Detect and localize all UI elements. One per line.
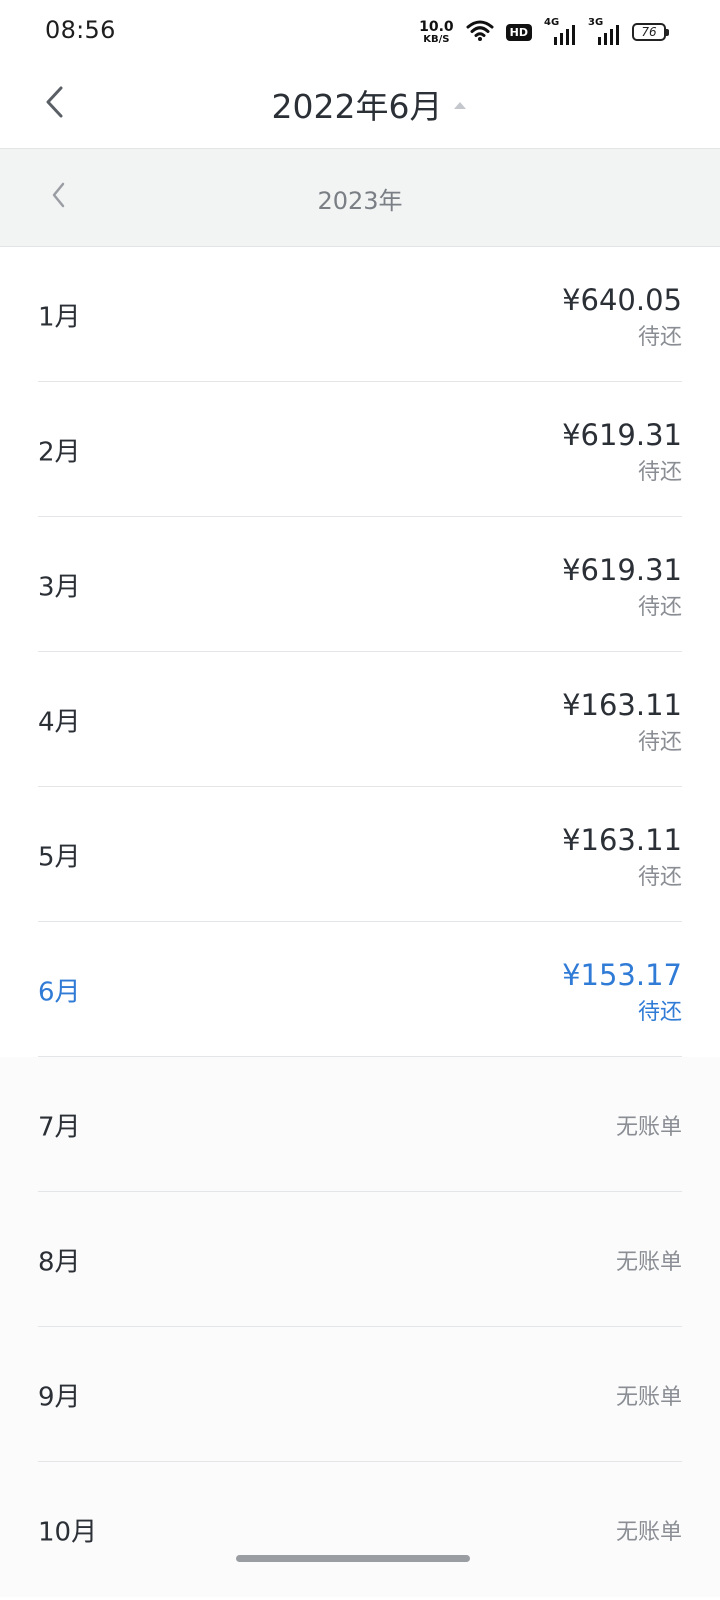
bill-status: 待还: [637, 324, 682, 350]
status-bar: 08:56 10.0 KB/S HD 4G 3G 76: [0, 0, 720, 64]
month-label: 4月: [38, 707, 81, 737]
bill-amount: ¥619.31: [562, 553, 682, 587]
month-row-feb[interactable]: 2月 ¥619.31 待还: [0, 382, 720, 517]
header: 2022年6月: [0, 64, 720, 148]
signal-3g-icon: 3G: [588, 17, 620, 45]
bill-status: 待还: [637, 594, 682, 620]
month-list: 1月 ¥640.05 待还 2月 ¥619.31 待还 3月 ¥619.31 待…: [0, 247, 720, 1597]
month-row-jan[interactable]: 1月 ¥640.05 待还: [0, 247, 720, 382]
month-label: 5月: [38, 842, 81, 872]
month-row-may[interactable]: 5月 ¥163.11 待还: [0, 787, 720, 922]
month-row-sep[interactable]: 9月 无账单: [0, 1327, 720, 1462]
month-label: 9月: [38, 1382, 81, 1412]
month-label: 3月: [38, 572, 81, 602]
month-row-apr[interactable]: 4月 ¥163.11 待还: [0, 652, 720, 787]
no-bill-label: 无账单: [615, 1384, 682, 1410]
month-label: 1月: [38, 302, 81, 332]
bill-status: 待还: [637, 459, 682, 485]
bill-info: ¥619.31 待还: [562, 418, 682, 486]
battery-icon: 76: [632, 23, 669, 41]
month-label: 6月: [38, 977, 81, 1007]
bill-amount: ¥163.11: [562, 823, 682, 857]
bill-status: 待还: [637, 999, 682, 1025]
no-bill-label: 无账单: [615, 1249, 682, 1275]
bill-amount: ¥619.31: [562, 418, 682, 452]
no-bill-label: 无账单: [615, 1114, 682, 1140]
wifi-icon: [466, 19, 494, 45]
bill-info: ¥619.31 待还: [562, 553, 682, 621]
signal-4g-icon: 4G: [544, 17, 576, 45]
bill-info: ¥163.11 待还: [562, 823, 682, 891]
bill-status: 待还: [637, 729, 682, 755]
home-indicator[interactable]: [236, 1555, 470, 1562]
no-bill-label: 无账单: [615, 1519, 682, 1545]
bill-status: 待还: [637, 864, 682, 890]
hd-voice-icon: HD: [505, 23, 532, 41]
page-title: 2022年6月: [271, 87, 443, 126]
month-row-aug[interactable]: 8月 无账单: [0, 1192, 720, 1327]
caret-up-icon: [454, 101, 467, 109]
month-picker-toggle[interactable]: 2022年6月: [0, 80, 720, 128]
month-row-jul[interactable]: 7月 无账单: [0, 1057, 720, 1192]
bill-info: ¥153.17 待还: [562, 958, 682, 1026]
network-speed-value: 10.0: [419, 18, 454, 35]
bill-amount: ¥153.17: [562, 958, 682, 992]
status-icons: 10.0 KB/S HD 4G 3G 76: [419, 17, 669, 46]
bill-info: ¥163.11 待还: [562, 688, 682, 756]
month-label: 8月: [38, 1247, 81, 1277]
bill-amount: ¥163.11: [562, 688, 682, 722]
month-row-oct[interactable]: 10月 无账单: [0, 1462, 720, 1597]
year-label: 2023年: [317, 187, 403, 215]
network-speed-unit: KB/S: [423, 33, 450, 45]
month-label: 2月: [38, 437, 81, 467]
month-row-mar[interactable]: 3月 ¥619.31 待还: [0, 517, 720, 652]
year-selector: 2023年: [0, 148, 720, 247]
month-label: 7月: [38, 1112, 81, 1142]
battery-level: 76: [641, 25, 657, 39]
status-time: 08:56: [45, 16, 116, 44]
month-label: 10月: [38, 1517, 98, 1547]
network-speed-indicator: 10.0 KB/S: [419, 20, 454, 45]
bill-info: ¥640.05 待还: [562, 283, 682, 351]
month-row-jun-selected[interactable]: 6月 ¥153.17 待还: [0, 922, 720, 1057]
bill-amount: ¥640.05: [562, 283, 682, 317]
